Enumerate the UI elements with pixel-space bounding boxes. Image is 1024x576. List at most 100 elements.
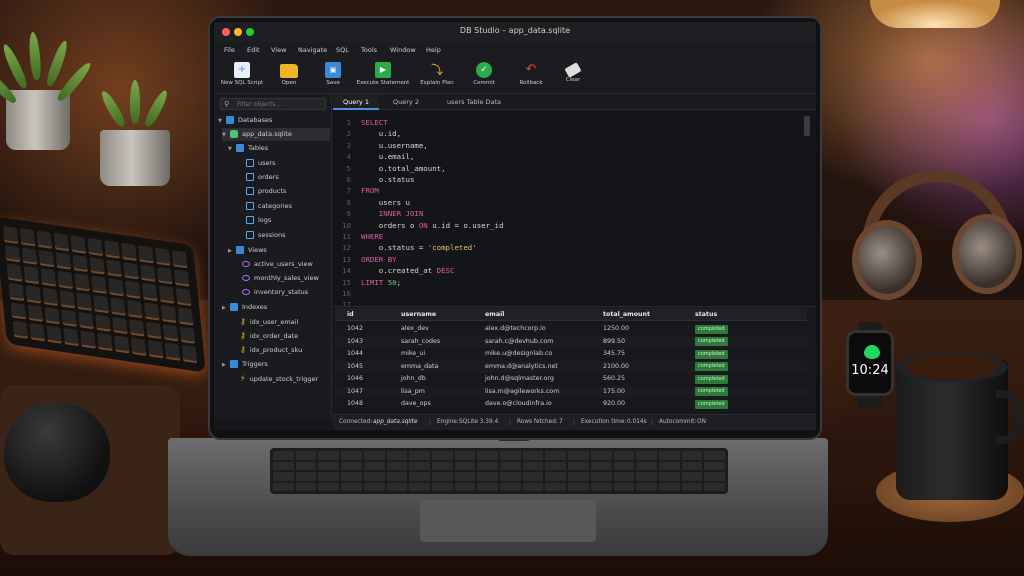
tree-views[interactable]: ▶ Views	[228, 244, 267, 257]
cell-id[interactable]: 1042	[347, 323, 363, 335]
menu-navigate[interactable]: Navigate	[298, 46, 327, 54]
column-header-status[interactable]: status	[695, 309, 717, 320]
editor-scrollbar[interactable]	[804, 116, 810, 136]
cell-email[interactable]: dave.o@cloudinfra.io	[485, 398, 552, 410]
tree-tables[interactable]: ▼ Tables	[228, 142, 268, 155]
menu-sql[interactable]: SQL	[336, 46, 349, 54]
cell-total-amount[interactable]: 560.25	[603, 373, 625, 385]
tree-index-user-email[interactable]: ⚷ idx_user_email	[240, 315, 298, 328]
commit-button[interactable]: ✓ Commit	[468, 62, 500, 92]
tree-triggers[interactable]: ▶ Triggers	[222, 358, 268, 371]
tab-query-1[interactable]: Query 1	[333, 94, 379, 110]
column-header-username[interactable]: username	[401, 309, 436, 320]
filter-objects-input[interactable]	[237, 100, 323, 109]
tab-users-table-data[interactable]: users Table Data	[437, 94, 511, 110]
execute-statement-button[interactable]: ▶ Execute Statement	[354, 62, 412, 92]
eye-icon	[242, 275, 250, 281]
tree-table-logs[interactable]: logs	[246, 214, 271, 227]
tab-query-2[interactable]: Query 2	[383, 94, 429, 110]
index-label: idx_product_sku	[249, 346, 303, 354]
menu-file[interactable]: File	[224, 46, 235, 54]
cell-total-amount[interactable]: 1250.00	[603, 323, 629, 335]
cell-email[interactable]: emma.d@analytics.net	[485, 361, 558, 373]
menu-edit[interactable]: Edit	[247, 46, 260, 54]
code-line: LIMIT 50;	[361, 277, 402, 287]
folder-icon	[280, 64, 298, 78]
cell-id[interactable]: 1047	[347, 386, 363, 398]
cell-id[interactable]: 1048	[347, 398, 363, 410]
open-button[interactable]: Open	[274, 62, 304, 92]
line-number: 15	[342, 277, 351, 287]
cell-total-amount[interactable]: 345.75	[603, 348, 625, 360]
tree-indexes[interactable]: ▶ Indexes	[222, 301, 267, 314]
cell-username[interactable]: sarah_codes	[401, 336, 440, 348]
key-icon: ⚷	[240, 317, 246, 326]
tree-db-app-data[interactable]: ▼ app_data.sqlite	[222, 128, 330, 141]
table-label: users	[258, 159, 276, 167]
tree-index-order-date[interactable]: ⚷ idx_order_date	[240, 329, 298, 342]
sql-editor[interactable]: 1 2 3 4 5 6 7 8 9 10 11 12 13 14 15 16 17 SELECT u.id, u…	[333, 110, 816, 309]
tree-table-orders[interactable]: orders	[246, 171, 279, 184]
column-header-total-amount[interactable]: total_amount	[603, 309, 650, 320]
line-number: 7	[346, 186, 351, 196]
tree-view-inventory-status[interactable]: inventory_status	[242, 286, 308, 299]
cell-id[interactable]: 1043	[347, 336, 363, 348]
tree-table-categories[interactable]: categories	[246, 200, 292, 213]
menu-view[interactable]: View	[271, 46, 286, 54]
line-number: 12	[342, 243, 351, 253]
cell-email[interactable]: mike.u@designlab.co	[485, 348, 552, 360]
execute-statement-label: Execute Statement	[356, 80, 410, 86]
menu-window[interactable]: Window	[390, 46, 416, 54]
cell-username[interactable]: john_db	[401, 373, 426, 385]
menu-tools[interactable]: Tools	[361, 46, 377, 54]
cell-total-amount[interactable]: 920.00	[603, 398, 625, 410]
save-button[interactable]: ▣ Save	[318, 62, 348, 92]
cell-username[interactable]: mike_ui	[401, 348, 425, 360]
cell-email[interactable]: sarah.c@devhub.com	[485, 336, 553, 348]
title-bar: DB Studio – app_data.sqlite	[214, 22, 816, 42]
table-label: categories	[258, 202, 293, 210]
menu-bar: File Edit View Navigate SQL Tools Window…	[214, 42, 816, 58]
cell-total-amount[interactable]: 2100.00	[603, 361, 629, 373]
table-icon	[246, 173, 254, 181]
cell-email[interactable]: alex.d@techcorp.io	[485, 323, 546, 335]
tree-view-active-users[interactable]: active_users_view	[242, 258, 313, 271]
tree-trigger-update-stock[interactable]: ⚡ update_stock_trigger	[240, 372, 318, 385]
cell-id[interactable]: 1046	[347, 373, 363, 385]
headphones	[848, 170, 1024, 310]
tree-databases[interactable]: ▼ Databases	[218, 114, 272, 127]
cell-email[interactable]: lisa.m@agileworks.com	[485, 386, 559, 398]
menu-help[interactable]: Help	[426, 46, 441, 54]
tree-table-products[interactable]: products	[246, 185, 286, 198]
cell-username[interactable]: lisa_pm	[401, 386, 425, 398]
tree-table-sessions[interactable]: sessions	[246, 229, 285, 242]
index-label: idx_user_email	[249, 318, 299, 326]
cell-total-amount[interactable]: 175.00	[603, 386, 625, 398]
cell-email[interactable]: john.d@sqlmaster.org	[485, 373, 554, 385]
open-label: Open	[281, 80, 297, 86]
new-sql-script-button[interactable]: + New SQL Script	[218, 62, 266, 92]
eraser-icon	[564, 62, 582, 78]
tree-triggers-label: Triggers	[242, 360, 268, 368]
tree-table-users[interactable]: users	[246, 157, 276, 170]
tree-view-monthly-sales[interactable]: monthly_sales_view	[242, 272, 319, 285]
code-line: SELECT	[361, 118, 388, 127]
table-label: orders	[258, 173, 279, 181]
rollback-button[interactable]: ↶ Rollback	[514, 62, 548, 92]
column-header-id[interactable]: id	[347, 309, 354, 320]
tree-index-product-sku[interactable]: ⚷ idx_product_sku	[240, 343, 302, 356]
clear-button[interactable]: Clear	[558, 62, 588, 92]
cell-id[interactable]: 1045	[347, 361, 363, 373]
column-header-email[interactable]: email	[485, 309, 504, 320]
db-studio-window: DB Studio – app_data.sqlite File Edit Vi…	[214, 22, 816, 430]
cell-id[interactable]: 1044	[347, 348, 363, 360]
commit-label: Commit	[473, 80, 495, 86]
cell-username[interactable]: alex_dev	[401, 323, 429, 335]
cell-username[interactable]: emma_data	[401, 361, 438, 373]
code-line: ORDER BY	[361, 254, 397, 264]
laptop-keyboard	[270, 448, 728, 494]
cell-username[interactable]: dave_ops	[401, 398, 431, 410]
cell-total-amount[interactable]: 899.50	[603, 336, 625, 348]
code-line: u.email,	[361, 152, 415, 162]
explain-plan-button[interactable]: ⤵ Explain Plan	[416, 62, 458, 92]
